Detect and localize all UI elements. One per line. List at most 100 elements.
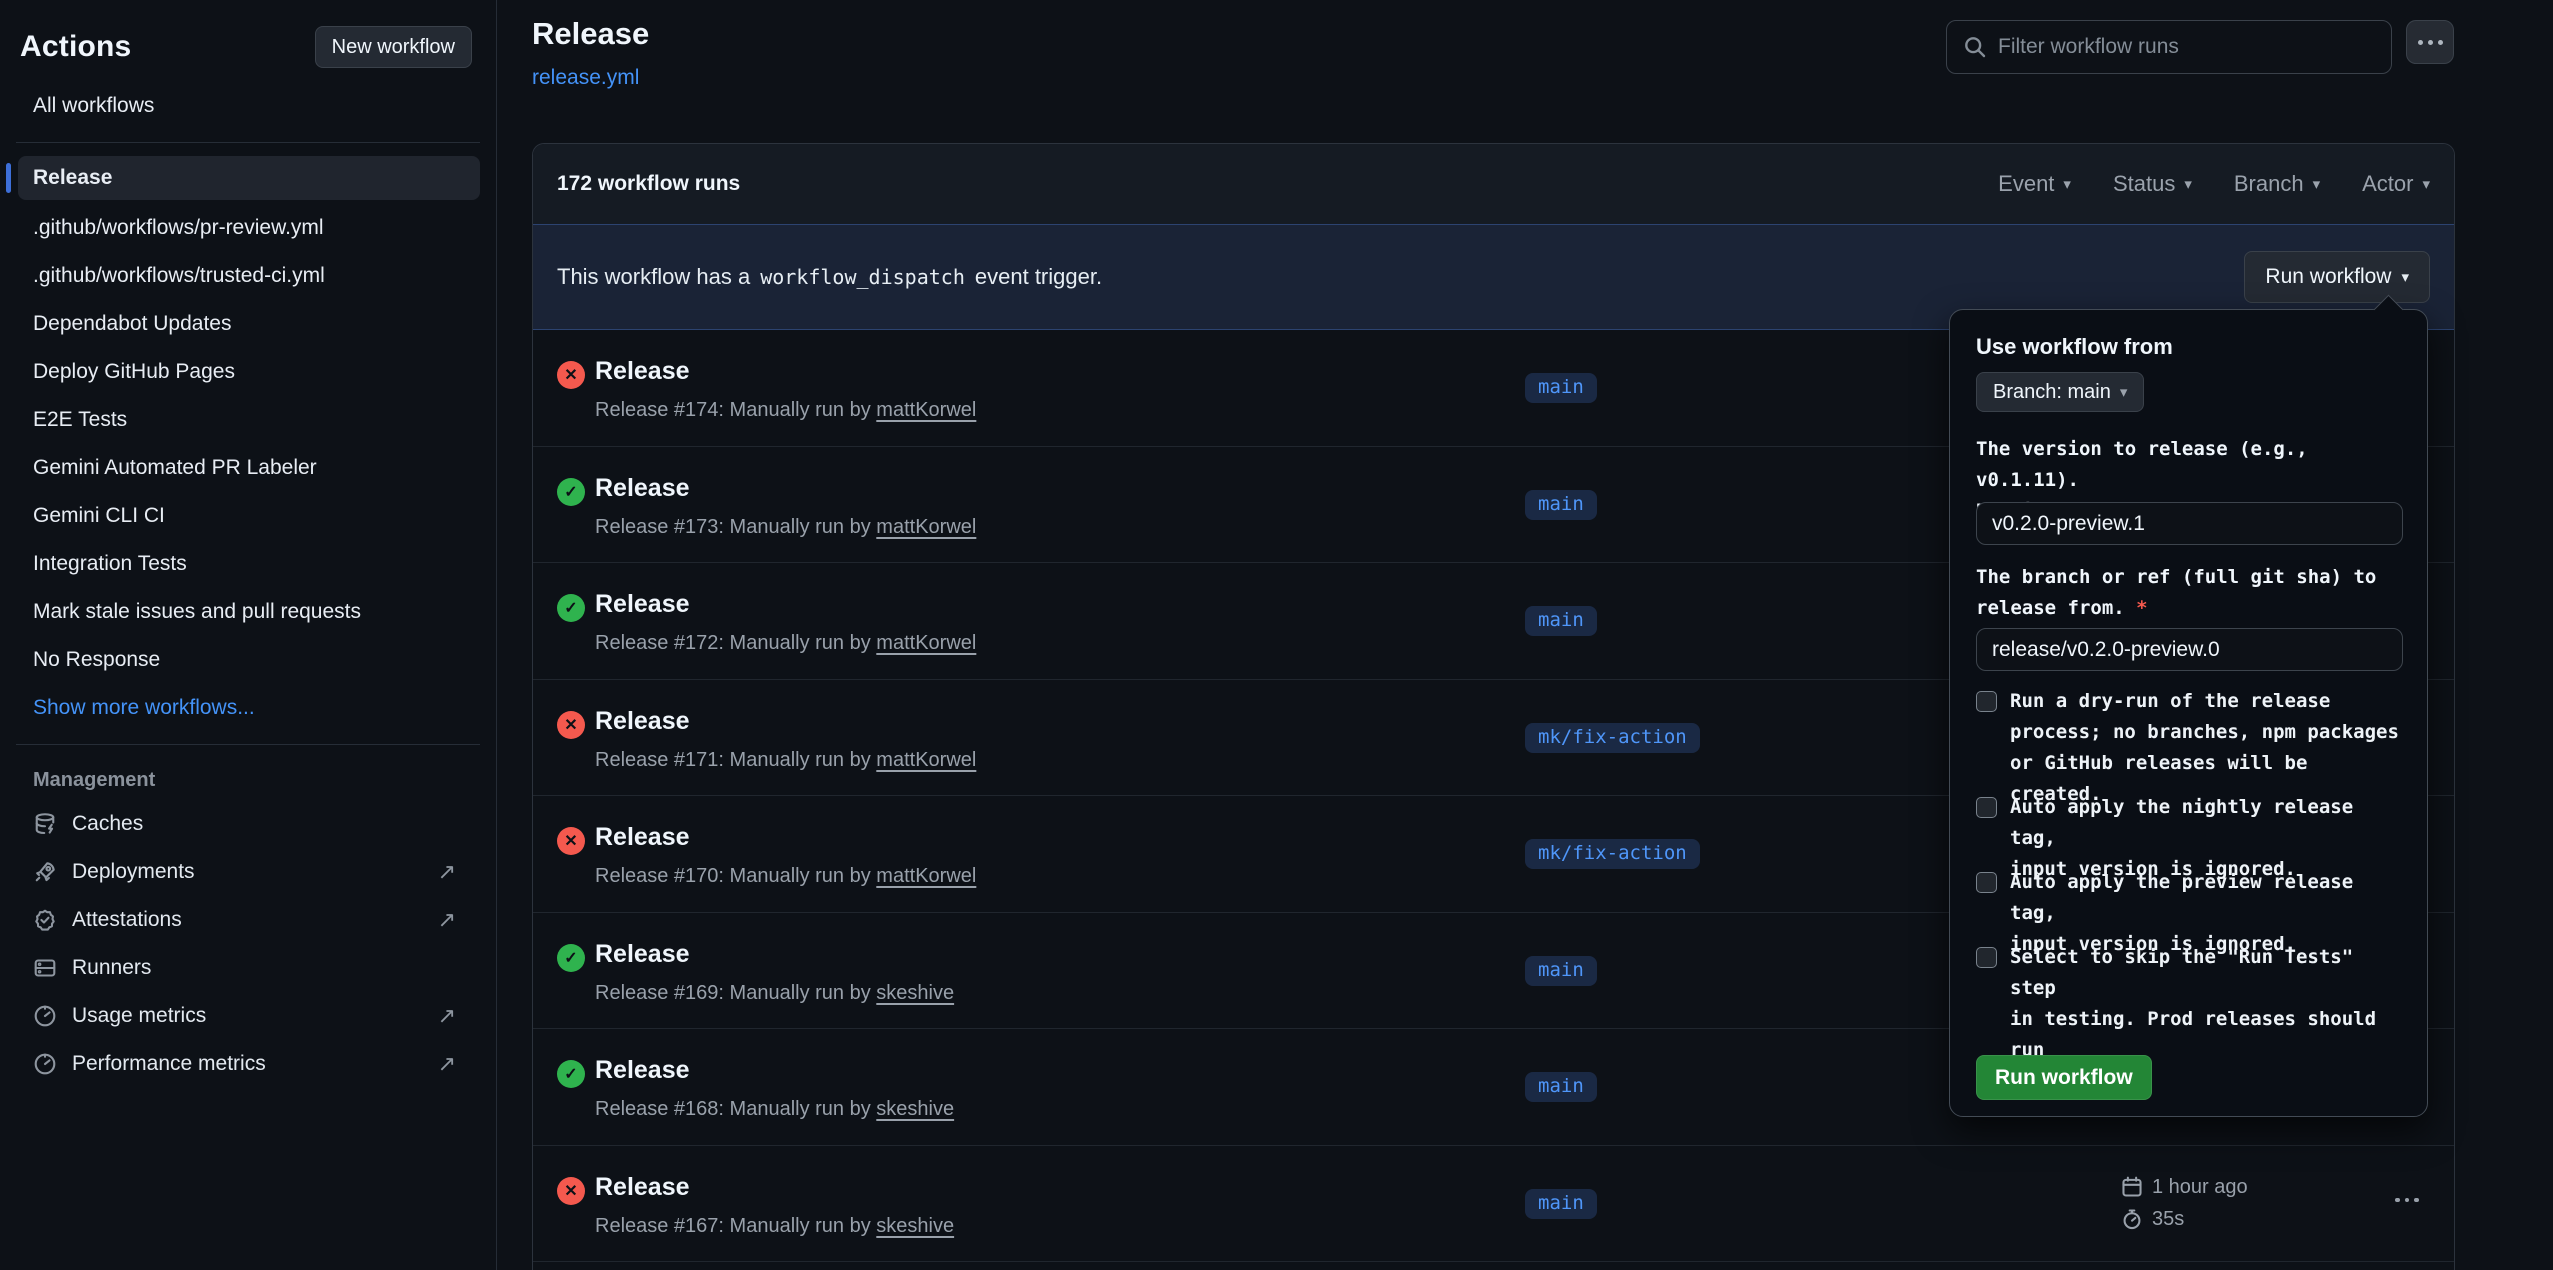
sidebar-item-no-response[interactable]: No Response xyxy=(18,636,480,684)
run-title-link[interactable]: Release xyxy=(595,357,690,386)
sidebar-item-dependabot-updates[interactable]: Dependabot Updates xyxy=(18,300,480,348)
version-input[interactable] xyxy=(1976,502,2403,545)
sidebar-item-label: Caches xyxy=(72,812,143,836)
skip-tests-checkbox[interactable] xyxy=(1976,947,1997,968)
status-filter-dropdown[interactable]: Status▾ xyxy=(2113,171,2192,197)
run-count: 172 workflow runs xyxy=(557,172,740,196)
run-description: Release #172: Manually run by xyxy=(595,632,871,654)
run-description: Release #169: Manually run by xyxy=(595,982,871,1004)
external-link-icon: ↗ xyxy=(438,909,456,931)
sidebar-item-deployments[interactable]: Deployments ↗ xyxy=(0,848,496,896)
run-title-link[interactable]: Release xyxy=(595,707,690,736)
sidebar-item-attestations[interactable]: Attestations ↗ xyxy=(0,896,496,944)
sidebar-item-e2e-tests[interactable]: E2E Tests xyxy=(18,396,480,444)
page-title: Release xyxy=(532,16,649,52)
banner-text: This workflow has a xyxy=(557,264,750,290)
kebab-dot xyxy=(2428,40,2433,45)
event-filter-dropdown[interactable]: Event▾ xyxy=(1998,171,2071,197)
chevron-down-icon: ▾ xyxy=(2184,177,2192,192)
run-options-kebab-button[interactable] xyxy=(2395,1198,2419,1203)
sidebar-item-mark-stale[interactable]: Mark stale issues and pull requests xyxy=(18,588,480,636)
branch-badge[interactable]: main xyxy=(1525,1189,1597,1219)
run-title-link[interactable]: Release xyxy=(595,823,690,852)
branch-badge[interactable]: main xyxy=(1525,373,1597,403)
run-title-link[interactable]: Release xyxy=(595,474,690,503)
sidebar-item-label: Runners xyxy=(72,956,151,980)
show-more-workflows-link[interactable]: Show more workflows... xyxy=(18,684,480,732)
actor-link[interactable]: mattKorwel xyxy=(876,865,976,887)
actor-link[interactable]: skeshive xyxy=(876,1098,954,1120)
branch-badge[interactable]: main xyxy=(1525,956,1597,986)
run-workflow-submit-button[interactable]: Run workflow xyxy=(1976,1055,2152,1100)
run-duration: 35s xyxy=(2152,1208,2184,1231)
branch-badge[interactable]: mk/fix-action xyxy=(1525,839,1700,869)
success-icon: ✓ xyxy=(557,944,585,972)
workflow-run-row[interactable]: ✕ Release Release #167: Manually run by … xyxy=(533,1146,2454,1263)
ref-input[interactable] xyxy=(1976,628,2403,671)
actor-link[interactable]: mattKorwel xyxy=(876,749,976,771)
branch-badge[interactable]: main xyxy=(1525,490,1597,520)
run-description: Release #170: Manually run by xyxy=(595,865,871,887)
sidebar-item-gemini-cli-ci[interactable]: Gemini CLI CI xyxy=(18,492,480,540)
sidebar-item-usage-metrics[interactable]: Usage metrics ↗ xyxy=(0,992,496,1040)
filter-workflow-runs-field[interactable] xyxy=(1946,20,2392,74)
sidebar-item-performance-metrics[interactable]: Performance metrics ↗ xyxy=(0,1040,496,1088)
panel-title: Use workflow from xyxy=(1976,334,2173,360)
run-description: Release #167: Manually run by xyxy=(595,1215,871,1237)
sidebar-item-runners[interactable]: Runners xyxy=(0,944,496,992)
dry-run-checkbox[interactable] xyxy=(1976,691,1997,712)
ref-help-text: The branch or ref (full git sha) to rele… xyxy=(1976,562,2386,624)
banner-code: workflow_dispatch xyxy=(760,265,965,289)
actor-link[interactable]: skeshive xyxy=(876,982,954,1004)
chevron-down-icon: ▾ xyxy=(2313,177,2321,192)
branch-badge[interactable]: main xyxy=(1525,1072,1597,1102)
workflow-options-kebab-button[interactable] xyxy=(2406,20,2454,64)
sidebar-item-caches[interactable]: Caches xyxy=(0,800,496,848)
sidebar-item-trusted-ci[interactable]: .github/workflows/trusted-ci.yml xyxy=(18,252,480,300)
kebab-dot xyxy=(2438,40,2443,45)
workflow-file-link[interactable]: release.yml xyxy=(532,66,639,90)
actor-link[interactable]: mattKorwel xyxy=(876,632,976,654)
failure-icon: ✕ xyxy=(557,711,585,739)
required-asterisk: * xyxy=(2136,597,2147,619)
management-label: Management xyxy=(33,769,496,792)
actor-link[interactable]: skeshive xyxy=(876,1215,954,1237)
run-title-link[interactable]: Release xyxy=(595,940,690,969)
sidebar-item-release[interactable]: Release xyxy=(18,156,480,200)
new-workflow-button[interactable]: New workflow xyxy=(315,26,472,68)
nightly-tag-checkbox[interactable] xyxy=(1976,797,1997,818)
server-icon xyxy=(33,956,57,980)
verified-icon xyxy=(33,908,57,932)
preview-tag-checkbox[interactable] xyxy=(1976,872,1997,893)
chevron-down-icon: ▾ xyxy=(2063,177,2071,192)
run-workflow-dropdown-button[interactable]: Run workflow▾ xyxy=(2244,251,2430,303)
sidebar-item-label: Deployments xyxy=(72,860,195,884)
success-icon: ✓ xyxy=(557,594,585,622)
sidebar-item-gemini-pr-labeler[interactable]: Gemini Automated PR Labeler xyxy=(18,444,480,492)
actor-filter-dropdown[interactable]: Actor▾ xyxy=(2362,171,2430,197)
sidebar-item-integration-tests[interactable]: Integration Tests xyxy=(18,540,480,588)
sidebar-item-all-workflows[interactable]: All workflows xyxy=(20,94,480,118)
run-title-link[interactable]: Release xyxy=(595,1056,690,1085)
runs-list-header: 172 workflow runs Event▾ Status▾ Branch▾… xyxy=(533,144,2454,224)
actor-link[interactable]: mattKorwel xyxy=(876,399,976,421)
cache-icon xyxy=(33,812,57,836)
filter-workflow-runs-input[interactable] xyxy=(1998,35,2375,59)
sidebar-divider xyxy=(16,744,480,745)
run-title-link[interactable]: Release xyxy=(595,590,690,619)
run-title-link[interactable]: Release xyxy=(595,1173,690,1202)
sidebar-item-pr-review[interactable]: .github/workflows/pr-review.yml xyxy=(18,204,480,252)
branch-badge[interactable]: mk/fix-action xyxy=(1525,723,1700,753)
branch-selector-button[interactable]: Branch: main▾ xyxy=(1976,372,2144,412)
external-link-icon: ↗ xyxy=(438,861,456,883)
sidebar-divider xyxy=(16,142,480,143)
actor-link[interactable]: mattKorwel xyxy=(876,516,976,538)
meter-icon xyxy=(33,1004,57,1028)
sidebar-item-deploy-github-pages[interactable]: Deploy GitHub Pages xyxy=(18,348,480,396)
branch-badge[interactable]: main xyxy=(1525,606,1597,636)
workflow-nav: Release .github/workflows/pr-review.yml … xyxy=(18,156,480,732)
actions-sidebar: Actions New workflow All workflows Relea… xyxy=(0,0,497,1270)
success-icon: ✓ xyxy=(557,478,585,506)
calendar-icon xyxy=(2121,1176,2143,1198)
branch-filter-dropdown[interactable]: Branch▾ xyxy=(2234,171,2320,197)
